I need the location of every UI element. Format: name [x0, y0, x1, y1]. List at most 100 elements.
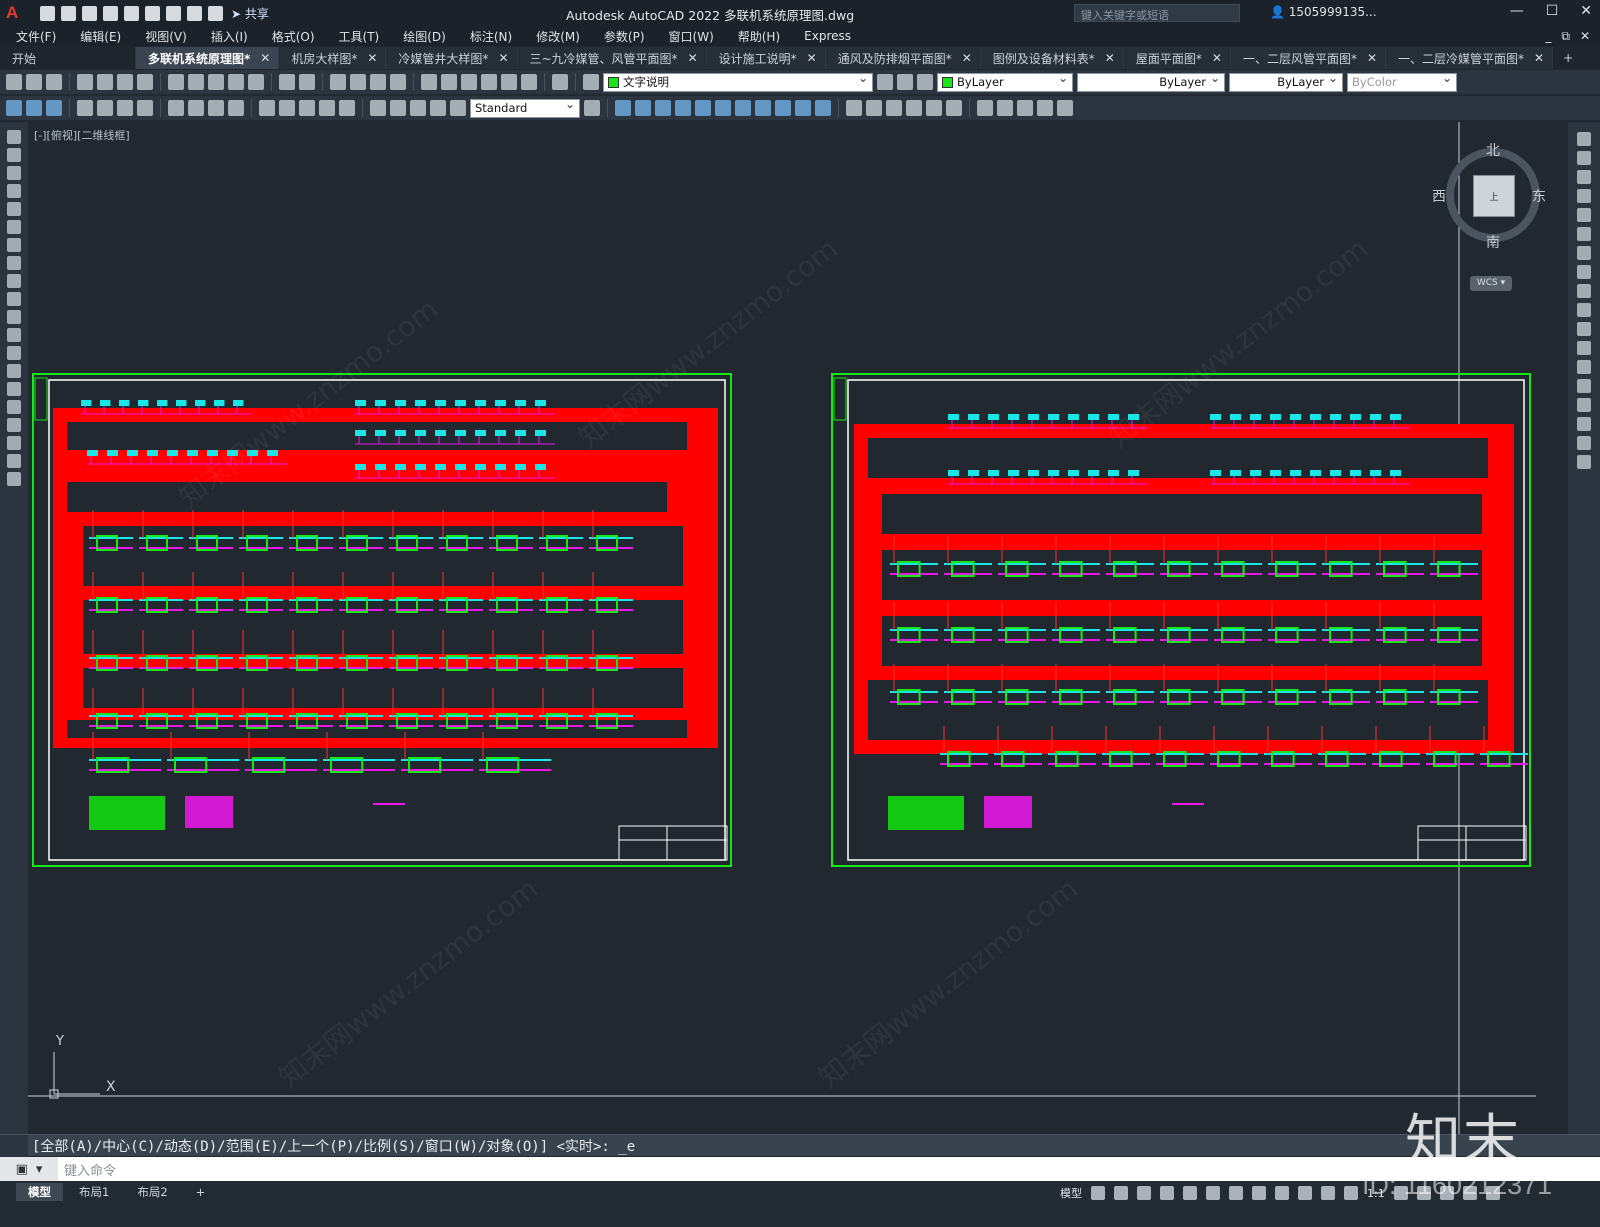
menu-dimension[interactable]: 标注(N): [458, 28, 524, 45]
viewcube-top-face[interactable]: 上: [1473, 175, 1515, 217]
ellipse-icon[interactable]: [7, 292, 21, 306]
visual-style-conceptual-icon[interactable]: [926, 100, 942, 116]
copy-icon[interactable]: [188, 74, 204, 90]
ucs-world-icon[interactable]: [997, 100, 1013, 116]
undo-icon[interactable]: [279, 74, 295, 90]
make-current-layer-icon[interactable]: [877, 74, 893, 90]
model-space-toggle[interactable]: 模型: [1060, 1185, 1082, 1201]
close-tab-icon[interactable]: ✕: [688, 51, 698, 65]
new-icon[interactable]: [40, 5, 55, 21]
match-properties-icon[interactable]: [228, 74, 244, 90]
rectangle-icon[interactable]: [7, 202, 21, 216]
quick-dim-icon[interactable]: [259, 100, 275, 116]
dim-jogged-icon[interactable]: [188, 100, 204, 116]
file-tab[interactable]: 一、二层风管平面图* ✕: [1230, 47, 1387, 69]
close-tab-icon[interactable]: ✕: [1367, 51, 1377, 65]
compass-east[interactable]: 东: [1532, 186, 1546, 206]
file-tab[interactable]: 冷媒管井大样图* ✕: [386, 47, 518, 69]
table-icon[interactable]: [7, 436, 21, 450]
dim-aligned-h-icon[interactable]: [97, 100, 113, 116]
hatch-icon[interactable]: [7, 382, 21, 396]
compass-north[interactable]: 北: [1486, 140, 1500, 160]
block-editor-icon[interactable]: [248, 74, 264, 90]
spline-icon[interactable]: [7, 274, 21, 288]
polar-icon[interactable]: [1160, 1186, 1174, 1200]
move-icon[interactable]: [1577, 227, 1591, 241]
dim-continue-icon[interactable]: [299, 100, 315, 116]
visual-style-2d-icon[interactable]: [846, 100, 862, 116]
ucs-face-icon[interactable]: [1037, 100, 1053, 116]
menu-draw[interactable]: 绘图(D): [391, 28, 458, 45]
minimize-button[interactable]: —: [1510, 3, 1524, 19]
layer-state-icon[interactable]: [917, 74, 933, 90]
view-back-icon[interactable]: [715, 100, 731, 116]
camera-icon[interactable]: [815, 100, 831, 116]
view-sw-iso-icon[interactable]: [735, 100, 751, 116]
rotate-icon[interactable]: [1577, 246, 1591, 260]
polygon-icon[interactable]: [7, 184, 21, 198]
copy-object-icon[interactable]: [1577, 151, 1591, 165]
doc-close-button[interactable]: ✕: [1580, 29, 1590, 44]
dim-arc-icon[interactable]: [46, 100, 62, 116]
explode-icon[interactable]: [1577, 455, 1591, 469]
tab-layout1[interactable]: 布局1: [67, 1183, 121, 1201]
point-icon[interactable]: [7, 364, 21, 378]
customize-icon[interactable]: ▣: [16, 1162, 28, 1177]
view-se-iso-icon[interactable]: [755, 100, 771, 116]
visual-style-hidden-icon[interactable]: [886, 100, 902, 116]
plot-preview-icon[interactable]: [124, 5, 139, 21]
linetype-select[interactable]: ByLayer: [1077, 71, 1225, 92]
break-at-point-icon[interactable]: [1577, 341, 1591, 355]
zoom-previous-icon[interactable]: [390, 74, 406, 90]
add-layout-button[interactable]: +: [184, 1184, 218, 1200]
share-button[interactable]: ➤ 共享: [231, 5, 269, 22]
blend-curves-icon[interactable]: [1577, 436, 1591, 450]
snap-icon[interactable]: [1114, 1186, 1128, 1200]
dim-diameter-icon[interactable]: [208, 100, 224, 116]
center-mark-icon[interactable]: [390, 100, 406, 116]
mirror-icon[interactable]: [1577, 170, 1591, 184]
jogged-linear-icon[interactable]: [430, 100, 446, 116]
view-top-icon[interactable]: [615, 100, 631, 116]
view-left-icon[interactable]: [655, 100, 671, 116]
dim-angular-icon[interactable]: [228, 100, 244, 116]
lineweight-select[interactable]: ByLayer: [1229, 71, 1343, 92]
annotation-visibility-icon[interactable]: [1321, 1186, 1335, 1200]
scale-icon[interactable]: [1577, 265, 1591, 279]
fillet-icon[interactable]: [1577, 417, 1591, 431]
calculator-icon[interactable]: [521, 74, 537, 90]
selection-cycling-icon[interactable]: [1298, 1186, 1312, 1200]
visual-style-manager-icon[interactable]: [946, 100, 962, 116]
layer-select[interactable]: 文字说明: [603, 71, 873, 92]
tolerance-icon[interactable]: [370, 100, 386, 116]
gradient-icon[interactable]: [7, 400, 21, 414]
chamfer-icon[interactable]: [1577, 398, 1591, 412]
ortho-icon[interactable]: [1137, 1186, 1151, 1200]
redo-icon[interactable]: [208, 5, 223, 21]
paste-icon[interactable]: [208, 74, 224, 90]
file-tab[interactable]: 一、二层冷媒管平面图* ✕: [1386, 47, 1554, 69]
close-button[interactable]: ✕: [1580, 3, 1592, 19]
cut-icon[interactable]: [168, 74, 184, 90]
close-tab-icon[interactable]: ✕: [1105, 51, 1115, 65]
ucs-previous-icon[interactable]: [1017, 100, 1033, 116]
doc-restore-button[interactable]: ⧉: [1561, 29, 1570, 44]
view-front-icon[interactable]: [695, 100, 711, 116]
doc-minimize-button[interactable]: _: [1545, 29, 1551, 44]
viewcube[interactable]: 上 北 南 东 西: [1432, 140, 1548, 251]
print-icon[interactable]: [77, 74, 93, 90]
dim-arc-length-icon[interactable]: [117, 100, 133, 116]
plotstyle-select[interactable]: ByColor: [1347, 71, 1457, 92]
menu-modify[interactable]: 修改(M): [524, 28, 592, 45]
insert-block-icon[interactable]: [7, 328, 21, 342]
file-tab[interactable]: 设计施工说明* ✕: [706, 47, 826, 69]
dim-baseline-icon[interactable]: [279, 100, 295, 116]
plot-preview-icon[interactable]: [97, 74, 113, 90]
redo-icon[interactable]: [299, 74, 315, 90]
array-icon[interactable]: [1577, 208, 1591, 222]
make-block-icon[interactable]: [7, 346, 21, 360]
dim-edit-icon[interactable]: [450, 100, 466, 116]
layer-previous-icon[interactable]: [897, 74, 913, 90]
file-tab[interactable]: 通风及防排烟平面图* ✕: [825, 47, 981, 69]
file-tab[interactable]: 机房大样图* ✕: [279, 47, 387, 69]
